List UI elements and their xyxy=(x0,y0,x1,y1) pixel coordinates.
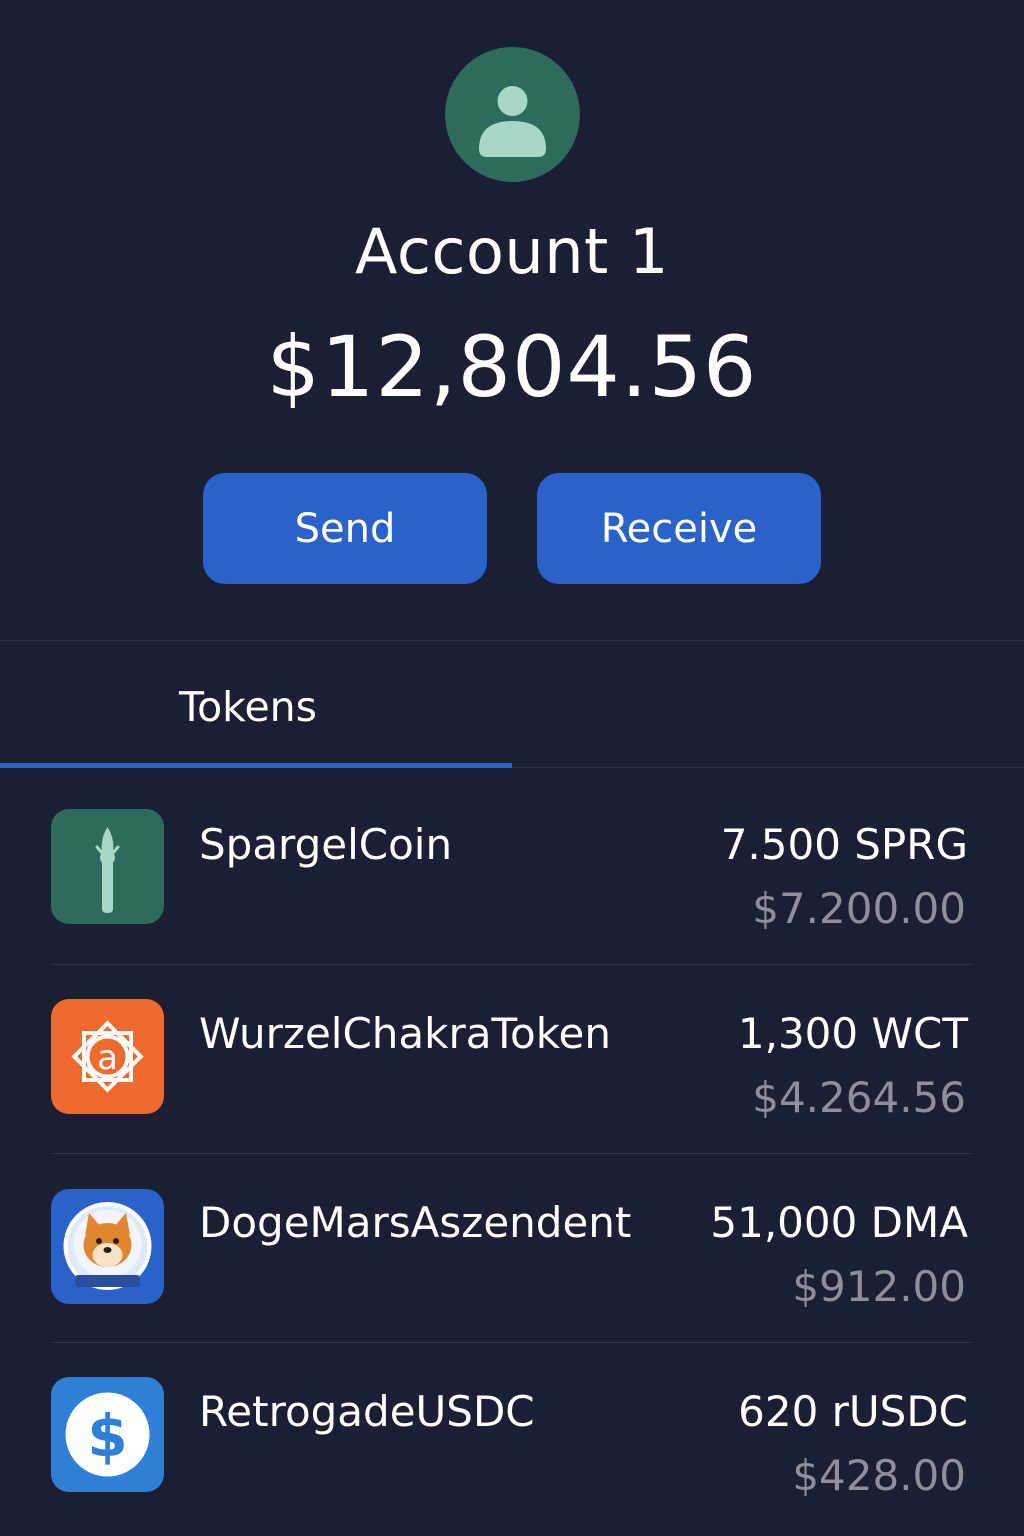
account-name: Account 1 xyxy=(355,215,669,288)
user-avatar-icon xyxy=(479,86,546,157)
token-row-spargelcoin[interactable]: SpargelCoin 7.500 SPRG $7.200.00 xyxy=(0,776,1024,965)
receive-button[interactable]: Receive xyxy=(537,473,821,584)
token-name: DogeMarsAszendent xyxy=(199,1198,632,1247)
token-amount: 7.500 SPRG xyxy=(720,820,968,869)
token-name: WurzelChakraToken xyxy=(199,1009,611,1058)
doge-astronaut-icon xyxy=(51,1189,164,1304)
token-fiat-value: $428.00 xyxy=(792,1451,966,1500)
token-name: RetrogadeUSDC xyxy=(199,1387,535,1436)
token-amount: 1,300 WCT xyxy=(737,1009,968,1058)
token-name: SpargelCoin xyxy=(199,820,453,869)
token-fiat-value: $7.200.00 xyxy=(752,884,966,933)
token-row-retrogadeusdc[interactable]: $ RetrogadeUSDC 620 rUSDC $428.00 xyxy=(0,1343,1024,1532)
account-avatar[interactable] xyxy=(445,47,580,182)
tab-tokens-label: Tokens xyxy=(179,683,318,731)
send-button[interactable]: Send xyxy=(203,473,487,584)
token-amount: 51,000 DMA xyxy=(710,1198,968,1247)
token-row-wurzelchakratoken[interactable]: a WurzelChakraToken 1,300 WCT $4.264.56 xyxy=(0,965,1024,1154)
tab-tokens[interactable]: Tokens xyxy=(0,641,512,768)
root-chakra-icon: a xyxy=(51,999,164,1114)
token-amount: 620 rUSDC xyxy=(738,1387,968,1436)
wallet-screen: Account 1 $12,804.56 Send Receive Tokens… xyxy=(0,0,1024,1536)
tab-bar: Tokens xyxy=(0,641,1024,768)
token-fiat-value: $912.00 xyxy=(792,1262,966,1311)
dollar-coin-icon: $ xyxy=(51,1377,164,1492)
asparagus-icon xyxy=(51,809,164,924)
active-tab-indicator xyxy=(0,763,512,768)
token-row-dogemarsaszendent[interactable]: DogeMarsAszendent 51,000 DMA $912.00 xyxy=(0,1154,1024,1343)
token-fiat-value: $4.264.56 xyxy=(752,1073,966,1122)
total-balance: $12,804.56 xyxy=(266,318,758,416)
svg-text:a: a xyxy=(97,1038,118,1078)
svg-text:$: $ xyxy=(87,1402,127,1470)
